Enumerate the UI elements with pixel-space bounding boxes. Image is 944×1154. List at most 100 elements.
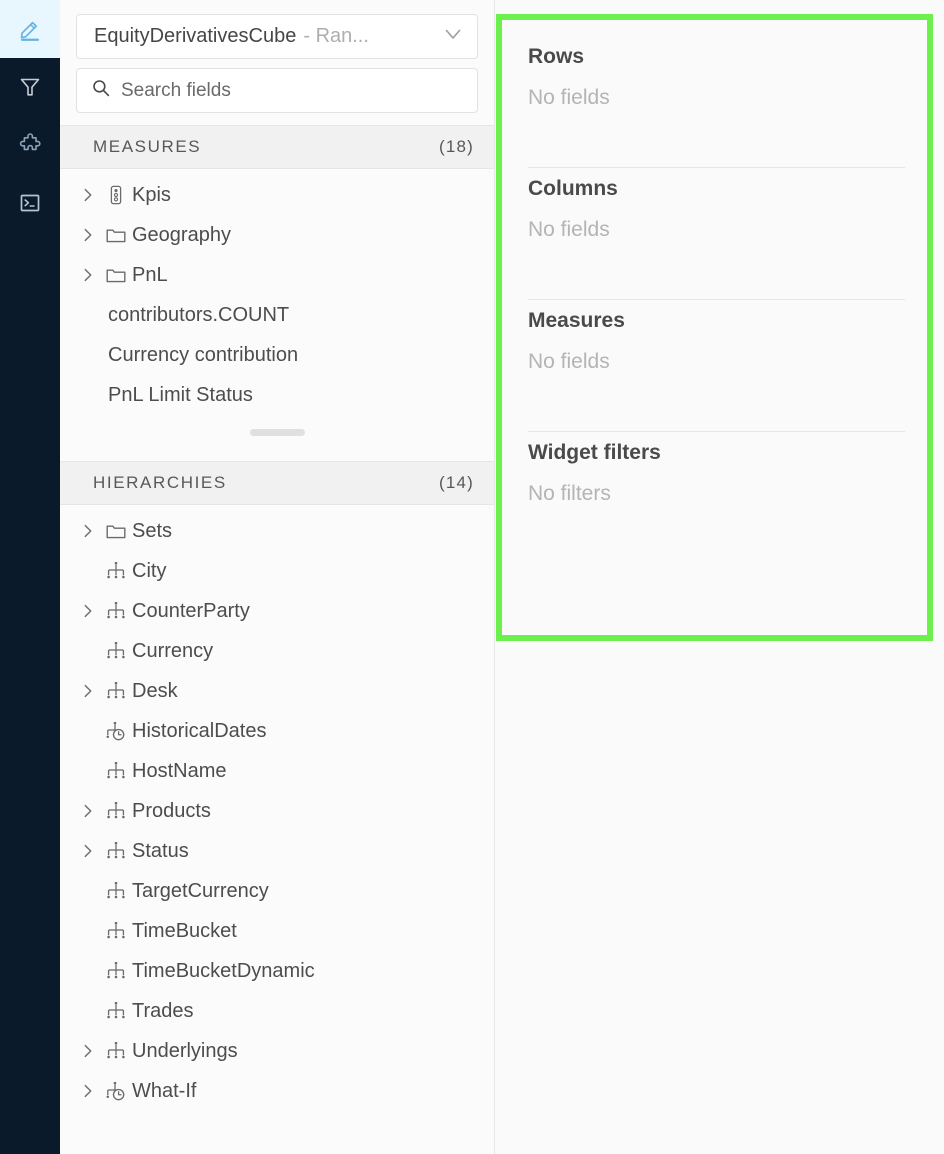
tree-item[interactable]: Currency contribution xyxy=(60,335,494,375)
expand-chevron-right-icon[interactable] xyxy=(76,227,100,243)
dropzone-section[interactable]: Columns No fields xyxy=(528,168,905,299)
tree-item[interactable]: TimeBucketDynamic xyxy=(60,951,494,991)
hierarchy-icon xyxy=(100,840,132,862)
panel-resize-handle[interactable] xyxy=(60,415,494,449)
tree-item[interactable]: TargetCurrency xyxy=(60,871,494,911)
dropzone-section-body[interactable]: No fields xyxy=(528,333,905,431)
tree-item[interactable]: HistoricalDates xyxy=(60,711,494,751)
expand-chevron-right-icon[interactable] xyxy=(76,683,100,699)
expand-chevron-right-icon[interactable] xyxy=(76,187,100,203)
hierarchy-icon xyxy=(100,920,132,942)
tree-item[interactable]: Sets xyxy=(60,511,494,551)
expand-chevron-right-icon[interactable] xyxy=(76,1083,100,1099)
tree-item[interactable]: TimeBucket xyxy=(60,911,494,951)
measures-section-title: MEASURES xyxy=(93,137,202,156)
search-icon xyxy=(91,78,111,103)
expand-chevron-right-icon[interactable] xyxy=(76,803,100,819)
expand-chevron-right-icon[interactable] xyxy=(76,1043,100,1059)
dropzone-section-title: Rows xyxy=(528,45,585,68)
caret-spacer xyxy=(76,883,100,899)
tree-item-label: contributors.COUNT xyxy=(108,303,290,326)
tree-item-label: Underlyings xyxy=(132,1039,238,1062)
tree-item-label: Currency contribution xyxy=(108,343,299,366)
time-hierarchy-icon xyxy=(100,720,132,742)
search-field-container[interactable] xyxy=(76,68,478,113)
hierarchy-icon xyxy=(100,680,132,702)
filter-funnel-icon xyxy=(17,74,43,100)
folder-icon xyxy=(100,520,132,542)
tree-item[interactable]: Currency xyxy=(60,631,494,671)
tree-item[interactable]: Kpis xyxy=(60,175,494,215)
dropzone-section-title: Widget filters xyxy=(528,441,661,464)
kpi-icon xyxy=(100,184,132,206)
tree-item-label: What-If xyxy=(132,1079,197,1102)
rail-item-plugins[interactable] xyxy=(0,116,60,174)
caret-spacer xyxy=(76,763,100,779)
tree-item-label: Currency xyxy=(132,639,214,662)
widget-dropzone-panel[interactable]: Rows No fields Columns No fields Measures No … xyxy=(496,14,933,641)
hierarchy-icon xyxy=(100,800,132,822)
tree-item-label: TargetCurrency xyxy=(132,879,269,902)
tree-item[interactable]: Underlyings xyxy=(60,1031,494,1071)
puzzle-piece-icon xyxy=(17,132,43,158)
tree-item-label: Products xyxy=(132,799,211,822)
dropzone-section[interactable]: Widget filters No filters xyxy=(528,432,905,525)
tree-item-label: CounterParty xyxy=(132,599,250,622)
hierarchy-icon xyxy=(100,880,132,902)
hierarchy-icon xyxy=(100,1000,132,1022)
dropzone-section[interactable]: Measures No fields xyxy=(528,300,905,431)
folder-icon xyxy=(100,264,132,286)
tree-item[interactable]: Desk xyxy=(60,671,494,711)
hierarchies-section-header[interactable]: HIERARCHIES (14) xyxy=(60,461,494,505)
chevron-down-icon[interactable] xyxy=(441,22,465,51)
tree-item[interactable]: Products xyxy=(60,791,494,831)
dropzone-section-body[interactable]: No fields xyxy=(528,201,905,299)
tree-item[interactable]: HostName xyxy=(60,751,494,791)
tree-item[interactable]: Geography xyxy=(60,215,494,255)
tree-item[interactable]: PnL Limit Status xyxy=(60,375,494,415)
caret-spacer xyxy=(76,307,100,323)
measures-section-count: (18) xyxy=(438,137,474,156)
dropzone-section-body[interactable]: No fields xyxy=(528,69,905,167)
hierarchy-icon xyxy=(100,1040,132,1062)
cube-selector[interactable]: EquityDerivativesCube - Ran... xyxy=(76,14,478,59)
tree-item[interactable]: PnL xyxy=(60,255,494,295)
folder-icon xyxy=(100,224,132,246)
tree-item[interactable]: What-If xyxy=(60,1071,494,1111)
hierarchy-icon xyxy=(100,960,132,982)
tree-item[interactable]: City xyxy=(60,551,494,591)
pivot-table-editor: EquityDerivativesCube - Ran... ME xyxy=(0,0,944,1154)
caret-spacer xyxy=(76,963,100,979)
expand-chevron-right-icon[interactable] xyxy=(76,603,100,619)
tree-item-label: HostName xyxy=(132,759,227,782)
caret-spacer xyxy=(76,923,100,939)
dropzone-section-body[interactable]: No filters xyxy=(528,465,905,525)
tree-item-label: HistoricalDates xyxy=(132,719,267,742)
hierarchies-tree: Sets City CounterParty Currency Desk Historic… xyxy=(60,505,494,1111)
rail-item-console[interactable] xyxy=(0,174,60,232)
tree-item[interactable]: Status xyxy=(60,831,494,871)
drag-pill-icon xyxy=(249,428,305,436)
tree-item[interactable]: Trades xyxy=(60,991,494,1031)
left-icon-rail xyxy=(0,0,60,1154)
search-input[interactable] xyxy=(121,79,465,102)
expand-chevron-right-icon[interactable] xyxy=(76,267,100,283)
measures-section-header[interactable]: MEASURES (18) xyxy=(60,125,494,169)
dropzone-section[interactable]: Rows No fields xyxy=(528,36,905,167)
tree-item-label: PnL xyxy=(132,263,168,286)
dropzone-empty-label: No fields xyxy=(528,86,610,109)
expand-chevron-right-icon[interactable] xyxy=(76,523,100,539)
rail-item-edit[interactable] xyxy=(0,0,60,58)
tree-item-label: Kpis xyxy=(132,183,171,206)
tree-item-label: PnL Limit Status xyxy=(108,383,253,406)
cube-name: EquityDerivativesCube xyxy=(94,25,297,47)
rail-item-filters[interactable] xyxy=(0,58,60,116)
expand-chevron-right-icon[interactable] xyxy=(76,843,100,859)
tree-item[interactable]: CounterParty xyxy=(60,591,494,631)
tree-item-label: City xyxy=(132,559,167,582)
tree-item-label: Status xyxy=(132,839,189,862)
tree-item[interactable]: contributors.COUNT xyxy=(60,295,494,335)
hierarchy-icon xyxy=(100,560,132,582)
measures-tree: Kpis Geography PnL contributors.COUNT Curren… xyxy=(60,169,494,415)
caret-spacer xyxy=(76,347,100,363)
